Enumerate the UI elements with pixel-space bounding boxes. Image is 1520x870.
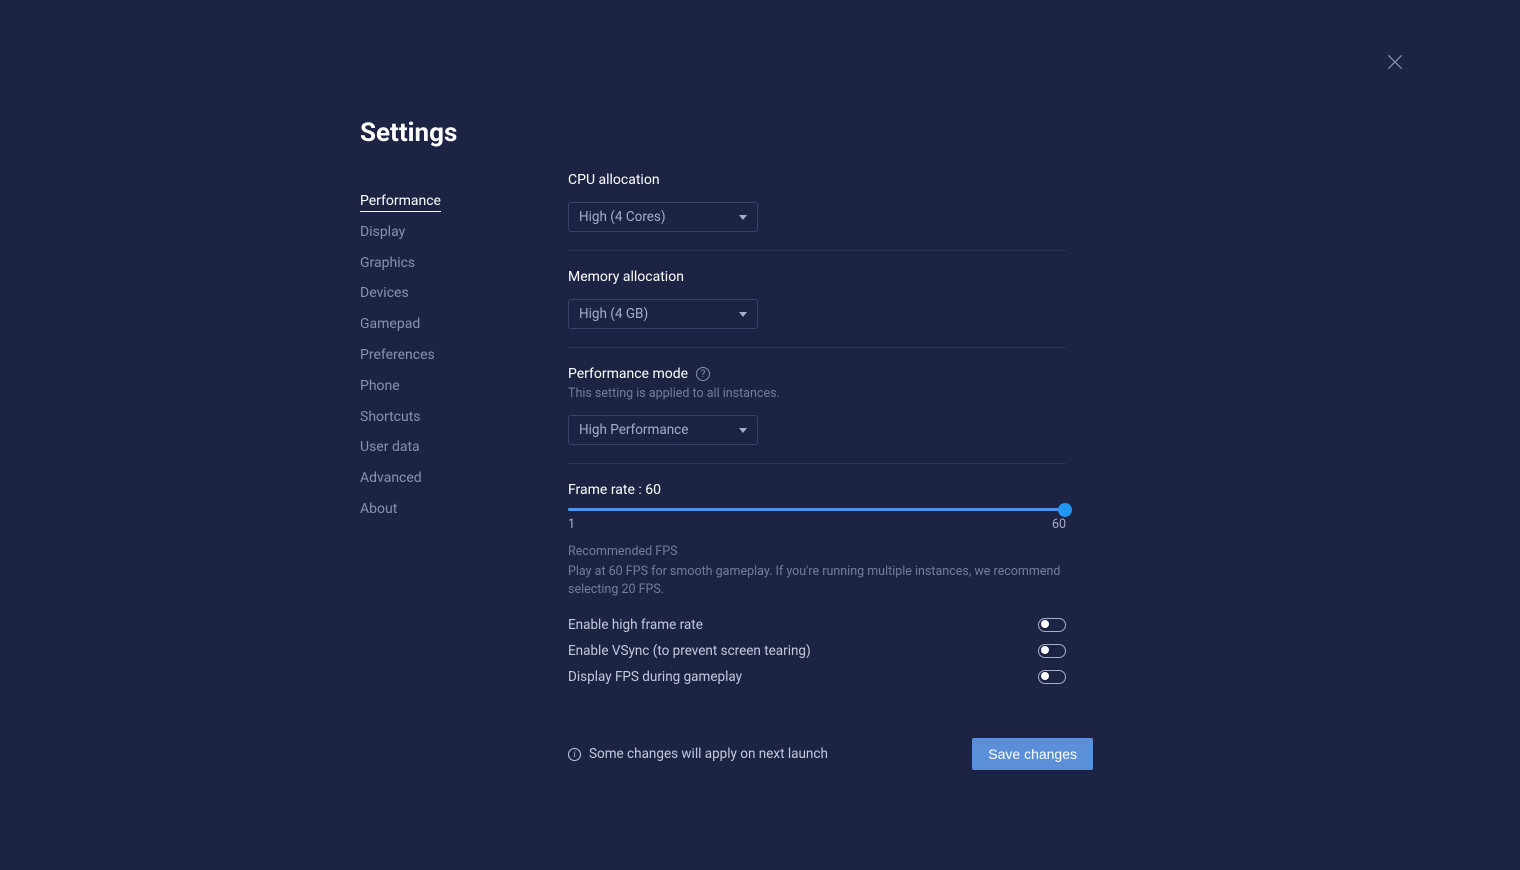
sidebar-item-phone[interactable]: Phone	[360, 371, 568, 402]
display-fps-label: Display FPS during gameplay	[568, 669, 742, 685]
display-fps-toggle[interactable]	[1038, 670, 1066, 684]
dropdown-value: High (4 Cores)	[579, 209, 666, 225]
performance-mode-label: Performance mode ?	[568, 366, 1066, 382]
recommended-fps-title: Recommended FPS	[568, 544, 1066, 559]
sidebar-item-label: Gamepad	[360, 316, 420, 332]
sidebar-item-label: Display	[360, 224, 405, 240]
close-button[interactable]	[1385, 52, 1405, 72]
sidebar-item-label: Devices	[360, 285, 409, 301]
close-icon	[1385, 52, 1405, 72]
performance-mode-label-text: Performance mode	[568, 366, 688, 382]
sidebar-item-label: Graphics	[360, 255, 415, 271]
chevron-down-icon	[739, 428, 747, 433]
performance-mode-subtext: This setting is applied to all instances…	[568, 386, 1066, 401]
sidebar-item-graphics[interactable]: Graphics	[360, 248, 568, 279]
slider-track	[568, 508, 1066, 511]
frame-rate-label: Frame rate : 60	[568, 482, 1066, 498]
sidebar-item-about[interactable]: About	[360, 494, 568, 525]
page-title: Settings	[360, 118, 568, 148]
toggle-knob	[1041, 646, 1049, 654]
sidebar-item-label: Performance	[360, 193, 441, 212]
info-icon: i	[568, 748, 581, 761]
memory-allocation-dropdown[interactable]: High (4 GB)	[568, 299, 758, 329]
enable-high-frame-rate-label: Enable high frame rate	[568, 617, 703, 633]
sidebar-item-devices[interactable]: Devices	[360, 278, 568, 309]
frame-rate-label-prefix: Frame rate :	[568, 482, 645, 498]
slider-thumb[interactable]	[1058, 503, 1072, 517]
cpu-allocation-dropdown[interactable]: High (4 Cores)	[568, 202, 758, 232]
sidebar-item-label: Phone	[360, 378, 400, 394]
slider-max: 60	[1052, 517, 1066, 532]
toggle-knob	[1041, 672, 1049, 680]
enable-vsync-label: Enable VSync (to prevent screen tearing)	[568, 643, 811, 659]
memory-allocation-label: Memory allocation	[568, 269, 1066, 285]
sidebar-item-label: User data	[360, 439, 420, 455]
footer-note-text: Some changes will apply on next launch	[589, 746, 828, 762]
sidebar-item-shortcuts[interactable]: Shortcuts	[360, 402, 568, 433]
frame-rate-slider[interactable]	[568, 508, 1066, 511]
enable-high-frame-rate-toggle[interactable]	[1038, 618, 1066, 632]
sidebar-item-preferences[interactable]: Preferences	[360, 340, 568, 371]
dropdown-value: High Performance	[579, 422, 688, 438]
sidebar-item-label: Advanced	[360, 470, 422, 486]
cpu-allocation-label: CPU allocation	[568, 172, 1066, 188]
sidebar-item-label: About	[360, 501, 397, 517]
toggle-knob	[1041, 620, 1049, 628]
help-icon[interactable]: ?	[696, 367, 710, 381]
sidebar-nav: Performance Display Graphics Devices Gam…	[360, 186, 568, 525]
frame-rate-value: 60	[645, 482, 661, 498]
chevron-down-icon	[739, 215, 747, 220]
sidebar-item-advanced[interactable]: Advanced	[360, 463, 568, 494]
save-changes-button[interactable]: Save changes	[972, 738, 1093, 770]
sidebar-item-gamepad[interactable]: Gamepad	[360, 309, 568, 340]
sidebar-item-label: Preferences	[360, 347, 435, 363]
sidebar-item-performance[interactable]: Performance	[360, 186, 568, 217]
footer-note: i Some changes will apply on next launch	[568, 746, 828, 762]
recommended-fps-body: Play at 60 FPS for smooth gameplay. If y…	[568, 563, 1066, 598]
chevron-down-icon	[739, 312, 747, 317]
enable-vsync-toggle[interactable]	[1038, 644, 1066, 658]
dropdown-value: High (4 GB)	[579, 306, 648, 322]
sidebar-item-user-data[interactable]: User data	[360, 432, 568, 463]
sidebar-item-label: Shortcuts	[360, 409, 421, 425]
slider-min: 1	[568, 517, 575, 532]
sidebar-item-display[interactable]: Display	[360, 217, 568, 248]
performance-mode-dropdown[interactable]: High Performance	[568, 415, 758, 445]
